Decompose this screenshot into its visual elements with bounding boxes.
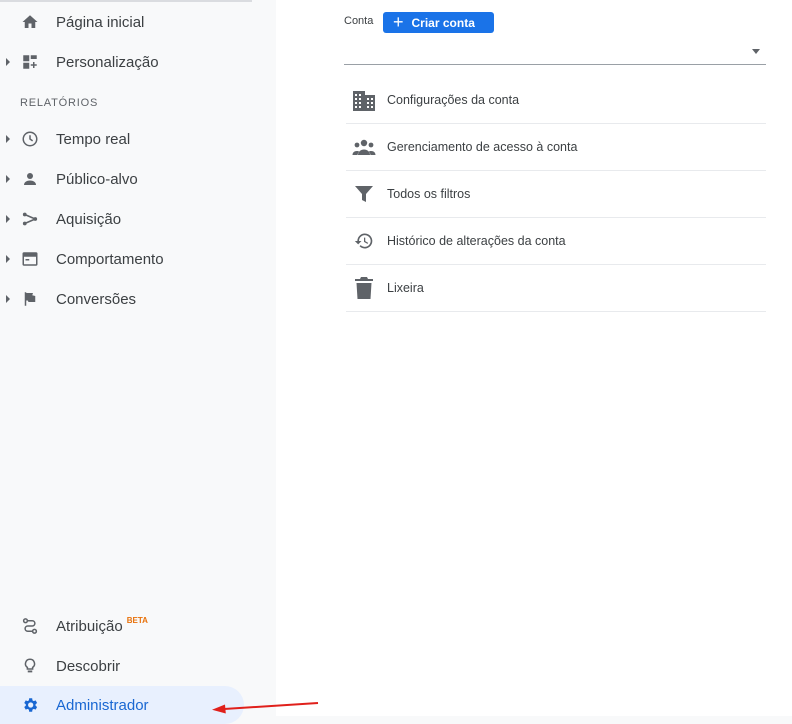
attribution-icon	[20, 616, 40, 636]
menu-item-trash[interactable]: Lixeira	[346, 265, 766, 312]
gear-icon	[20, 695, 40, 715]
person-icon	[20, 169, 40, 189]
menu-item-label: Lixeira	[387, 281, 424, 295]
building-icon	[352, 88, 376, 112]
sidebar: Página inicial Personalização RELATÓRIOS…	[0, 0, 276, 724]
menu-item-account-settings[interactable]: Configurações da conta	[346, 77, 766, 124]
expand-caret-icon[interactable]	[6, 255, 10, 263]
sidebar-divider	[0, 0, 252, 2]
dashboard-icon	[20, 52, 40, 72]
sidebar-item-label: Página inicial	[56, 13, 145, 31]
menu-item-label: Todos os filtros	[387, 187, 471, 201]
expand-caret-icon[interactable]	[6, 135, 10, 143]
sidebar-item-realtime[interactable]: Tempo real	[0, 120, 252, 158]
sidebar-item-label: Aquisição	[56, 210, 122, 228]
section-title-reports: RELATÓRIOS	[20, 97, 99, 109]
expand-caret-icon[interactable]	[6, 215, 10, 223]
sidebar-item-label: Conversões	[56, 290, 137, 308]
dropdown-arrow-icon	[752, 49, 760, 54]
sidebar-item-acquisition[interactable]: Aquisição	[0, 200, 252, 238]
trash-icon	[352, 276, 376, 300]
menu-item-label: Configurações da conta	[387, 93, 520, 107]
plus-icon: +	[393, 11, 404, 32]
footer-strip	[276, 716, 792, 724]
sidebar-item-label: Comportamento	[56, 250, 164, 268]
acquisition-icon	[20, 209, 40, 229]
account-select[interactable]	[344, 40, 766, 65]
menu-item-change-history[interactable]: Histórico de alterações da conta	[346, 218, 766, 265]
history-icon	[352, 229, 376, 253]
create-account-button[interactable]: + Criar conta	[383, 12, 494, 33]
sidebar-item-label: Descobrir	[56, 657, 121, 675]
menu-item-access-management[interactable]: Gerenciamento de acesso à conta	[346, 124, 766, 171]
menu-item-label: Gerenciamento de acesso à conta	[387, 140, 578, 154]
lightbulb-icon	[20, 656, 40, 676]
create-account-label: Criar conta	[411, 15, 475, 30]
clock-icon	[20, 129, 40, 149]
sidebar-item-label: Público-alvo	[56, 170, 138, 188]
home-icon	[20, 12, 40, 32]
sidebar-item-home[interactable]: Página inicial	[0, 3, 252, 41]
sidebar-item-label: Tempo real	[56, 130, 131, 148]
sidebar-item-conversions[interactable]: Conversões	[0, 280, 252, 318]
sidebar-item-label: Atribuição BETA	[56, 615, 148, 635]
filter-icon	[352, 182, 376, 206]
expand-caret-icon[interactable]	[6, 175, 10, 183]
sidebar-item-attribution[interactable]: Atribuição BETA	[0, 607, 252, 645]
behavior-icon	[20, 249, 40, 269]
flag-icon	[20, 289, 40, 309]
expand-caret-icon[interactable]	[6, 58, 10, 66]
people-icon	[352, 135, 376, 159]
expand-caret-icon[interactable]	[6, 295, 10, 303]
menu-item-all-filters[interactable]: Todos os filtros	[346, 171, 766, 218]
sidebar-item-label: Administrador	[56, 696, 149, 714]
account-label: Conta	[344, 15, 374, 27]
sidebar-item-label: Personalização	[56, 53, 159, 71]
sidebar-item-customization[interactable]: Personalização	[0, 43, 252, 81]
sidebar-item-audience[interactable]: Público-alvo	[0, 160, 252, 198]
beta-badge: BETA	[126, 615, 148, 625]
menu-item-label: Histórico de alterações da conta	[387, 234, 566, 248]
annotation-arrow-icon	[212, 702, 319, 714]
account-menu: Configurações da conta Gerenciamento de …	[346, 77, 766, 312]
sidebar-item-discover[interactable]: Descobrir	[0, 647, 252, 685]
page: Página inicial Personalização RELATÓRIOS…	[0, 0, 792, 724]
sidebar-item-behavior[interactable]: Comportamento	[0, 240, 252, 278]
